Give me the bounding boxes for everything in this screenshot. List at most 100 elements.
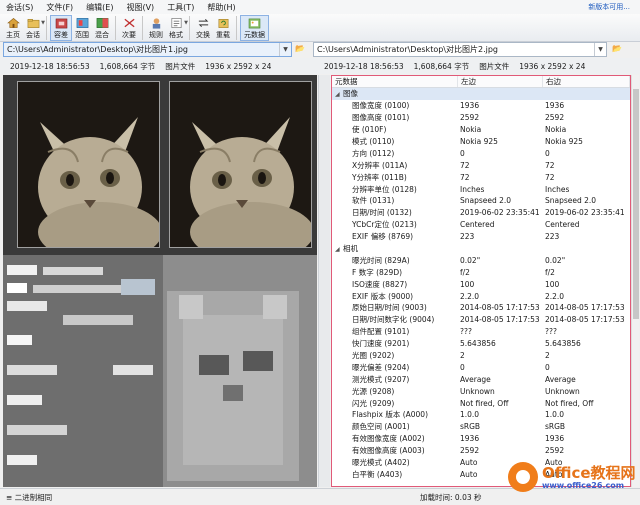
reload-button[interactable]: 重载 [213, 15, 233, 41]
metadata-key: 日期/时间 (0132) [352, 208, 412, 218]
update-link[interactable]: 新版本可用... [588, 2, 630, 12]
metadata-row[interactable]: ISO速度 (8827) 100 100 [332, 278, 630, 290]
scrollbar-thumb[interactable] [633, 89, 639, 319]
metadata-key: 原始日期/时间 (9003) [352, 303, 427, 313]
menu-tools[interactable]: 工具(T) [167, 2, 194, 13]
left-file-size: 1,608,664 字节 [99, 61, 156, 71]
metadata-row[interactable]: 使 (010F) Nokia Nokia [332, 124, 630, 136]
blend-button[interactable]: 混合 [92, 15, 112, 41]
status-load-time: 加载时间: 0.03 秒 [420, 492, 482, 502]
metadata-row[interactable]: 图像高度 (0101) 2592 2592 [332, 112, 630, 124]
image-compare-pane[interactable] [3, 75, 317, 255]
metadata-row[interactable]: X分辨率 (011A) 72 72 [332, 159, 630, 171]
metadata-key: 光源 (9208) [352, 386, 395, 396]
metadata-row[interactable]: Flashpix 版本 (A000) 1.0.0 1.0.0 [332, 409, 630, 421]
metadata-scrollbar[interactable] [631, 75, 639, 487]
chevron-down-icon[interactable]: ▼ [279, 43, 291, 56]
left-image-thumbnail[interactable] [17, 81, 160, 248]
metadata-row[interactable]: 模式 (0110) Nokia 925 Nokia 925 [332, 136, 630, 148]
column-right[interactable]: 右边 [543, 76, 630, 87]
right-path-text[interactable]: C:\Users\Administrator\Desktop\对比图片2.jpg [314, 44, 594, 55]
metadata-left-value: 1936 [460, 101, 480, 111]
metadata-row[interactable]: 分辨率单位 (0128) Inches Inches [332, 183, 630, 195]
metadata-left-value: Nokia [460, 125, 482, 135]
metadata-row[interactable]: 有效图像宽度 (A002) 1936 1936 [332, 433, 630, 445]
left-path-field[interactable]: C:\Users\Administrator\Desktop\对比图片1.jpg… [3, 42, 292, 57]
left-browse-folder-icon[interactable]: 📂 [295, 44, 305, 53]
metadata-right-value: 2014-08-05 17:17:53 [545, 315, 625, 325]
toolbar-divider [142, 16, 143, 40]
reload-icon [218, 19, 228, 28]
left-path-text[interactable]: C:\Users\Administrator\Desktop\对比图片1.jpg [4, 44, 279, 55]
right-file-info: 2019-12-18 18:56:53 1,608,664 字节 图片文件 19… [320, 58, 640, 74]
metadata-row[interactable]: YCbCr定位 (0213) Centered Centered [332, 219, 630, 231]
menu-edit[interactable]: 编辑(E) [86, 2, 113, 13]
swap-icon [198, 18, 208, 28]
metadata-button[interactable]: 元数据 [240, 15, 269, 41]
metadata-row[interactable]: 光圈 (9202) 2 2 [332, 350, 630, 362]
metadata-row[interactable]: 闪光 (9209) Not fired, Off Not fired, Off [332, 397, 630, 409]
metadata-group-row[interactable]: ◢ 图像 [332, 88, 630, 100]
metadata-left-value: 2592 [460, 113, 480, 123]
rules-button[interactable]: 规则 [146, 15, 166, 41]
metadata-right-value: 2592 [545, 113, 565, 123]
rules-icon [152, 18, 160, 29]
metadata-row[interactable]: EXIF 版本 (9000) 2.2.0 2.2.0 [332, 290, 630, 302]
metadata-row[interactable]: 图像宽度 (0100) 1936 1936 [332, 100, 630, 112]
menu-file[interactable]: 文件(F) [46, 2, 73, 13]
metadata-row[interactable]: 曝光偏差 (9204) 0 0 [332, 361, 630, 373]
binary-diff-pane[interactable] [3, 255, 317, 487]
metadata-right-value: Snapseed 2.0 [545, 196, 597, 206]
tolerance-button[interactable]: 容差 [50, 15, 72, 41]
metadata-row[interactable]: 日期/时间数字化 (9004) 2014-08-05 17:17:53 2014-0… [332, 314, 630, 326]
metadata-key: X分辨率 (011A) [352, 160, 408, 170]
metadata-table[interactable]: 元数据 左边 右边 ◢ 图像 图像宽度 (0100) 1936 1936 图像高度 (01… [331, 75, 631, 487]
column-left[interactable]: 左边 [458, 76, 543, 87]
metadata-row[interactable]: 曝光时间 (829A) 0.02" 0.02" [332, 254, 630, 266]
metadata-left-value: 100 [460, 279, 475, 289]
range-button[interactable]: 范围 [72, 15, 92, 41]
minor-button[interactable]: 次要 [119, 15, 139, 41]
metadata-right-value: 1936 [545, 101, 565, 111]
metadata-left-value: 2014-08-05 17:17:53 [460, 315, 540, 325]
metadata-key: 使 (010F) [352, 125, 387, 135]
menu-view[interactable]: 视图(V) [126, 2, 154, 13]
metadata-group-row[interactable]: ◢ 相机 [332, 242, 630, 255]
metadata-row[interactable]: 原始日期/时间 (9003) 2014-08-05 17:17:53 2014-08… [332, 302, 630, 314]
home-button[interactable]: 主页 [3, 15, 23, 41]
metadata-left-value: Not fired, Off [460, 398, 509, 408]
metadata-key: 曝光偏差 (9204) [352, 362, 410, 372]
pane-splitter[interactable] [318, 75, 330, 487]
chevron-down-icon: ▼ [184, 20, 188, 26]
menu-help[interactable]: 帮助(H) [207, 2, 235, 13]
metadata-row[interactable]: 颜色空间 (A001) sRGB sRGB [332, 421, 630, 433]
metadata-row[interactable]: F 数字 (829D) f/2 f/2 [332, 266, 630, 278]
right-image-thumbnail[interactable] [169, 81, 312, 248]
metadata-row[interactable]: 方向 (0112) 0 0 [332, 147, 630, 159]
metadata-row[interactable]: EXIF 偏移 (8769) 223 223 [332, 231, 630, 243]
session-button[interactable]: 会话 ▼ [23, 15, 45, 41]
metadata-row[interactable]: 组件配置 (9101)?????? [332, 326, 630, 338]
collapse-triangle-icon[interactable]: ◢ [335, 91, 343, 98]
column-metadata[interactable]: 元数据 [332, 76, 458, 87]
office-logo-icon [508, 462, 538, 492]
metadata-left-value: 72 [460, 172, 470, 182]
right-path-field[interactable]: C:\Users\Administrator\Desktop\对比图片2.jpg… [313, 42, 607, 57]
metadata-right-value: 0 [545, 362, 550, 372]
right-browse-folder-icon[interactable]: 📂 [612, 44, 622, 53]
left-file-date: 2019-12-18 18:56:53 [10, 61, 90, 71]
metadata-row[interactable]: 光源 (9208) Unknown Unknown [332, 385, 630, 397]
metadata-row[interactable]: 有效图像高度 (A003) 2592 2592 [332, 445, 630, 457]
metadata-row[interactable]: 日期/时间 (0132) 2019-06-02 23:35:41 2019-06-0… [332, 207, 630, 219]
chevron-down-icon[interactable]: ▼ [594, 43, 606, 56]
metadata-right-value: 2592 [545, 446, 565, 456]
metadata-key: 颜色空间 (A001) [352, 422, 410, 432]
metadata-row[interactable]: 测光模式 (9207) Average Average [332, 373, 630, 385]
metadata-row[interactable]: 快门速度 (9201) 5.643856 5.643856 [332, 338, 630, 350]
metadata-row[interactable]: 软件 (0131) Snapseed 2.0 Snapseed 2.0 [332, 195, 630, 207]
format-button[interactable]: 格式 ▼ [166, 15, 188, 41]
menu-session[interactable]: 会话(S) [6, 2, 33, 13]
metadata-row[interactable]: Y分辨率 (011B) 72 72 [332, 171, 630, 183]
swap-button[interactable]: 交换 [193, 15, 213, 41]
collapse-triangle-icon[interactable]: ◢ [335, 246, 343, 253]
